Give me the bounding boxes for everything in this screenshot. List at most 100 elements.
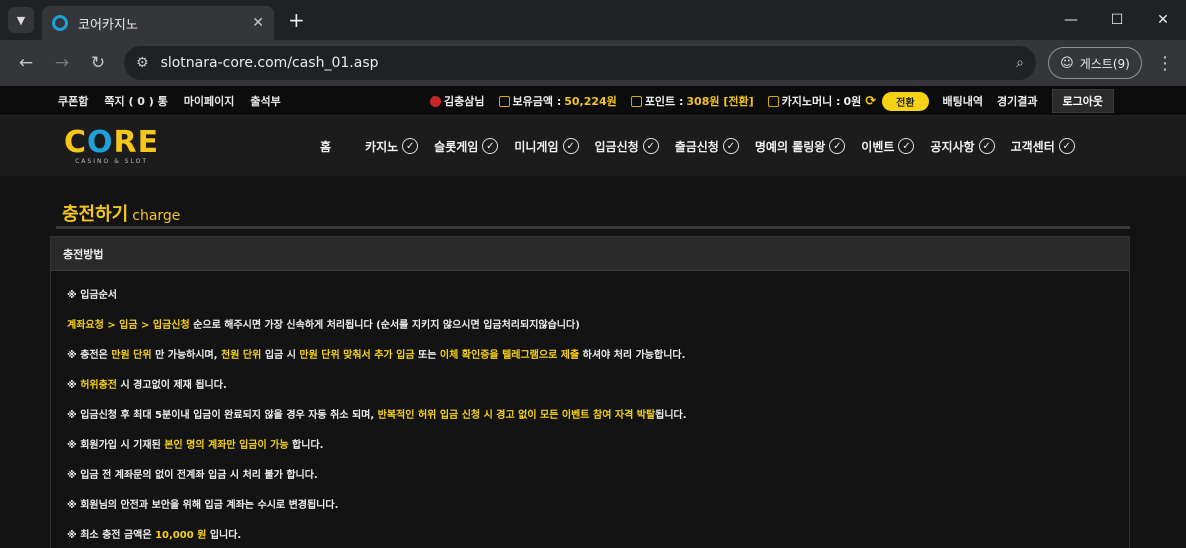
browser-toolbar: ← → ↻ ⚙ slotnara-core.com/cash_01.asp ⌕ … bbox=[0, 40, 1186, 86]
info-row: ※ 최소 충전 금액은 10,000 원 입니다. bbox=[67, 521, 1113, 548]
info-row: ※ 회원가입 시 기재된 본인 명의 계좌만 입금이 가능 합니다. bbox=[67, 431, 1113, 461]
info-text: 입금 시 bbox=[261, 350, 300, 361]
window-controls: — ☐ ✕ bbox=[1048, 0, 1186, 40]
casino-money: 카지노머니 : 0원 ⟳ 전환 bbox=[767, 91, 929, 111]
check-icon: ✓ bbox=[482, 138, 499, 154]
info-text: 또는 bbox=[414, 350, 440, 361]
address-bar[interactable]: ⚙ slotnara-core.com/cash_01.asp ⌕ bbox=[124, 46, 1036, 80]
info-text: ※ 입금순서 bbox=[67, 290, 118, 301]
coupon-link[interactable]: 쿠폰함 bbox=[58, 93, 88, 109]
info-text: ※ 회원가입 시 기재된 bbox=[67, 440, 165, 451]
highlight-text: 허위충전 bbox=[80, 380, 118, 391]
info-text: ※ 입금신청 후 최대 5분이내 입금이 완료되지 않을 경우 자동 취소 되며… bbox=[67, 410, 378, 421]
info-text: 만 가능하시며, bbox=[151, 350, 222, 361]
nav-item-rolling[interactable]: 명예의 롤링왕 ✓ bbox=[755, 138, 846, 155]
reload-icon[interactable]: ↻ bbox=[82, 53, 114, 73]
nav-item-deposit[interactable]: 입금신청 ✓ bbox=[595, 138, 659, 155]
logout-button[interactable]: 로그아웃 bbox=[1051, 89, 1114, 113]
info-text: 순으로 해주시면 가장 신속하게 처리됩니다 (순서를 지키지 않으시면 입금처… bbox=[189, 320, 580, 331]
info-text: ※ 충전은 bbox=[67, 350, 112, 361]
info-row: ※ 회원님의 안전과 보안을 위해 입금 계좌는 수시로 변경됩니다. bbox=[67, 491, 1113, 521]
tab-search-button[interactable]: ▼ bbox=[8, 7, 34, 33]
info-row: ※ 입금순서 bbox=[67, 281, 1113, 311]
refresh-icon[interactable]: ⟳ bbox=[865, 94, 876, 109]
check-icon: ✓ bbox=[1058, 138, 1075, 154]
info-text: 입니다. bbox=[206, 530, 242, 541]
info-text: ※ 회원님의 안전과 보안을 위해 입금 계좌는 수시로 변경됩니다. bbox=[67, 500, 339, 511]
url-text[interactable]: slotnara-core.com/cash_01.asp bbox=[161, 55, 1017, 71]
browser-tabbar: ▼ 코어카지노 ✕ + — ☐ ✕ bbox=[0, 0, 1186, 40]
highlight-text: 본인 명의 계좌만 입금이 가능 bbox=[164, 440, 289, 451]
highlight-text: 이체 확인증을 텔레그램으로 제출 bbox=[439, 350, 580, 361]
info-row: ※ 입금신청 후 최대 5분이내 입금이 완료되지 않을 경우 자동 취소 되며… bbox=[67, 401, 1113, 431]
attendance-link[interactable]: 출석부 bbox=[250, 93, 280, 109]
wallet-icon bbox=[498, 95, 510, 107]
panel-title: 충전방법 bbox=[51, 237, 1129, 271]
page-title: 충전하기 charge bbox=[62, 204, 181, 225]
highlight-text: 만원 단위 bbox=[111, 350, 152, 361]
person-icon: ☺ bbox=[1060, 55, 1074, 71]
user-info: 김충삼님 보유금액 : 50,224원 포인트 : 308원 [전환] 카지노머… bbox=[416, 86, 1114, 116]
favicon-icon bbox=[52, 15, 68, 31]
info-text: ※ bbox=[67, 380, 81, 391]
tab-title: 코어카지노 bbox=[78, 17, 138, 33]
nav-menu: 홈 카지노 ✓ 슬롯게임 ✓ 미니게임 ✓ 입금신청 ✓ 출금신청 ✓ 명예의 롤링왕 ✓ … bbox=[320, 116, 1091, 176]
charge-info-list: ※ 입금순서계좌요청 > 입금 > 입금신청 순으로 해주시면 가장 신속하게 … bbox=[51, 271, 1129, 548]
nav-item-event[interactable]: 이벤트 ✓ bbox=[861, 138, 915, 155]
site-logo[interactable]: CORE CASINO & SLOT bbox=[64, 125, 160, 166]
minimize-icon[interactable]: — bbox=[1048, 0, 1094, 40]
close-window-icon[interactable]: ✕ bbox=[1140, 0, 1186, 40]
swap-button[interactable]: 전환 bbox=[882, 91, 929, 111]
highlight-text: 계좌요청 > 입금 > 입금신청 bbox=[67, 320, 190, 331]
nav-item-support[interactable]: 고객센터 ✓ bbox=[1011, 138, 1075, 155]
site-topbar: 쿠폰함 쪽지 ( 0 ) 통 마이페이지 출석부 김충삼님 보유금액 : 50,… bbox=[0, 86, 1186, 116]
check-icon: ✓ bbox=[562, 138, 579, 154]
points[interactable]: 포인트 : 308원 [전환] bbox=[630, 93, 754, 109]
highlight-text: 천원 단위 bbox=[221, 350, 262, 361]
nav-item-slot[interactable]: 슬롯게임 ✓ bbox=[434, 138, 499, 155]
check-icon: ✓ bbox=[722, 138, 739, 154]
zoom-icon[interactable]: ⌕ bbox=[1016, 55, 1024, 71]
main-nav: CORE CASINO & SLOT 홈 카지노 ✓ 슬롯게임 ✓ 미니게임 ✓ 입금… bbox=[0, 116, 1186, 176]
logo-subtitle: CASINO & SLOT bbox=[75, 158, 149, 165]
highlight-text: 반복적인 허위 입금 신청 시 경고 없이 모든 이벤트 참여 자격 박탈 bbox=[377, 410, 656, 421]
browser-tab[interactable]: 코어카지노 ✕ bbox=[42, 6, 274, 40]
user-level-icon bbox=[430, 95, 442, 107]
check-icon: ✓ bbox=[978, 138, 995, 154]
nav-item-casino[interactable]: 카지노 ✓ bbox=[365, 138, 419, 155]
info-text: 시 경고없이 제재 됩니다. bbox=[117, 380, 227, 391]
close-tab-icon[interactable]: ✕ bbox=[252, 15, 264, 31]
info-text: 하셔야 처리 가능합니다. bbox=[579, 350, 686, 361]
point-icon bbox=[630, 95, 642, 107]
back-icon[interactable]: ← bbox=[10, 53, 42, 73]
info-row: ※ 충전은 만원 단위 만 가능하시며, 천원 단위 입금 시 만원 단위 맞춰… bbox=[67, 341, 1113, 371]
chevron-down-icon: ▼ bbox=[16, 13, 26, 27]
profile-button[interactable]: ☺ 게스트(9) bbox=[1048, 47, 1142, 79]
page-content: 충전하기 charge 충전방법 ※ 입금순서계좌요청 > 입금 > 입금신청 순… bbox=[0, 176, 1186, 548]
check-icon: ✓ bbox=[898, 138, 915, 154]
charge-info-panel: 충전방법 ※ 입금순서계좌요청 > 입금 > 입금신청 순으로 해주시면 가장 … bbox=[50, 236, 1130, 548]
casino-icon bbox=[767, 95, 779, 107]
nav-item-home[interactable]: 홈 bbox=[320, 138, 331, 155]
maximize-icon[interactable]: ☐ bbox=[1094, 0, 1140, 40]
info-text: 합니다. bbox=[288, 440, 324, 451]
profile-label: 게스트(9) bbox=[1079, 56, 1130, 71]
info-row: 계좌요청 > 입금 > 입금신청 순으로 해주시면 가장 신속하게 처리됩니다 … bbox=[67, 311, 1113, 341]
check-icon: ✓ bbox=[829, 138, 846, 154]
nav-item-withdraw[interactable]: 출금신청 ✓ bbox=[675, 138, 739, 155]
results-link[interactable]: 경기결과 bbox=[997, 93, 1037, 109]
check-icon: ✓ bbox=[642, 138, 659, 154]
message-link[interactable]: 쪽지 ( 0 ) 통 bbox=[104, 93, 167, 109]
bet-history-link[interactable]: 배팅내역 bbox=[943, 93, 983, 109]
logo-text: CORE bbox=[64, 125, 160, 160]
more-menu-icon[interactable]: ⋮ bbox=[1156, 53, 1174, 74]
nav-item-notice[interactable]: 공지사항 ✓ bbox=[930, 138, 995, 155]
mypage-link[interactable]: 마이페이지 bbox=[184, 93, 235, 109]
forward-icon[interactable]: → bbox=[46, 53, 78, 73]
check-icon: ✓ bbox=[402, 138, 419, 154]
user-name: 김충삼님 bbox=[430, 93, 485, 109]
nav-item-mini[interactable]: 미니게임 ✓ bbox=[514, 138, 579, 155]
info-row: ※ 입금 전 계좌문의 없이 전계좌 입금 시 처리 불가 합니다. bbox=[67, 461, 1113, 491]
site-info-icon[interactable]: ⚙ bbox=[136, 55, 149, 71]
new-tab-icon[interactable]: + bbox=[288, 8, 305, 32]
